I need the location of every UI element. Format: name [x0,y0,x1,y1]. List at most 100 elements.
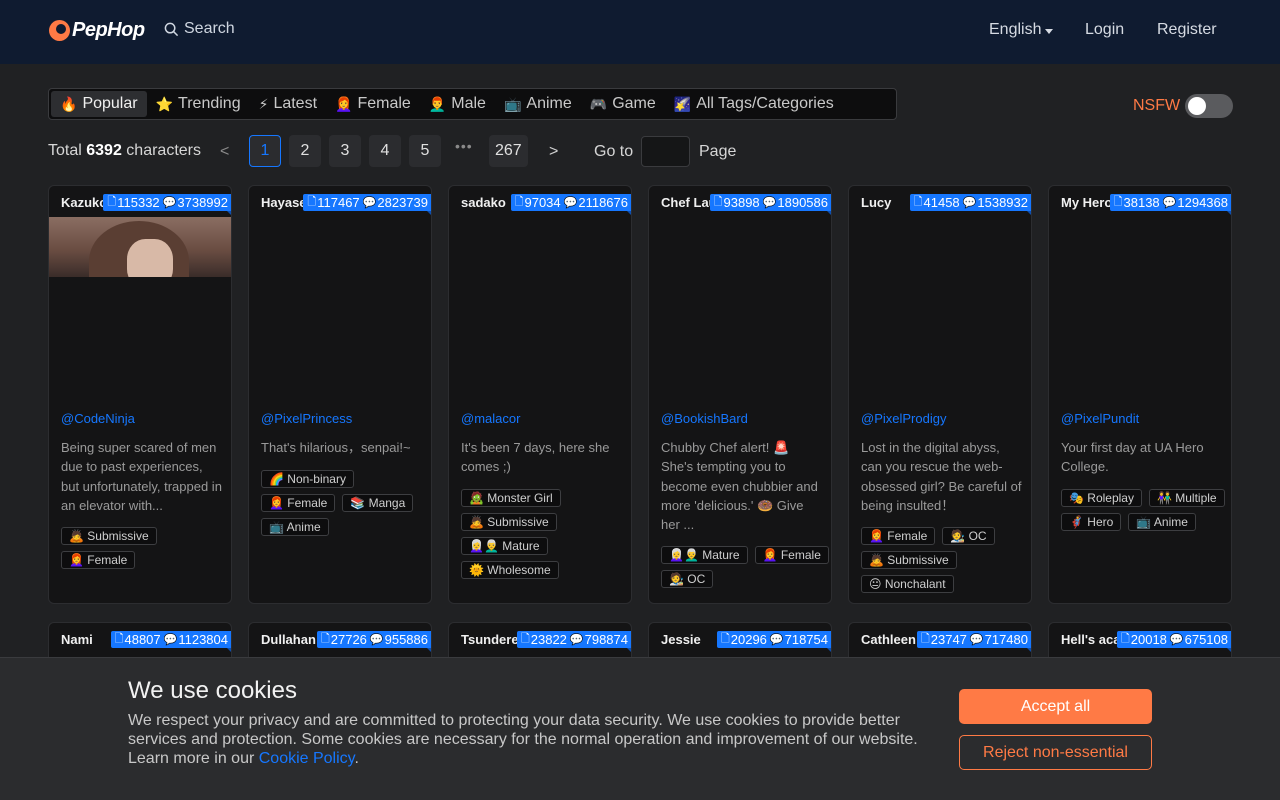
tag-chip[interactable]: 📺 Anime [261,518,329,536]
search-icon [164,22,179,36]
tag-list: 🎭 Roleplay 👫 Multiple 🦸 Hero 📺 Anime [1061,489,1229,531]
character-card[interactable]: Kazuko 🗋 115332 💬 3738992 @CodeNinja Being sup… [48,185,232,604]
tag-chip[interactable]: 🦸 Hero [1061,513,1122,531]
document-icon: 🗋 [1120,633,1130,645]
next-page-button[interactable]: > [549,143,558,161]
tag-chip[interactable]: 👩‍🦰 Female [754,546,829,564]
total-prefix: Total [48,142,82,159]
character-card[interactable]: sadako 🗋 97034 💬 2118676 @malacor It's been 7 … [448,185,632,604]
character-card[interactable]: Chef Lau 🗋 93898 💬 1890586 @BookishBard Chubby… [648,185,832,604]
stats-badge: 🗋 48807 💬 1123804 [110,631,231,653]
chat-icon: 💬 [569,634,584,646]
tab-icon: 📺 [503,95,522,112]
tab-trending[interactable]: ⭐ Trending [147,91,250,117]
tag-list: 👩‍🦰 Female 🧑‍🎨 OC 🙇 Submissive 😐 Nonchalant [861,527,1029,593]
character-description: Chubby Chef alert! 🚨 She's tempting you … [661,440,818,533]
tab-male[interactable]: 👨‍🦰 Male [420,91,495,117]
chat-icon: 💬 [1169,634,1184,646]
document-icon: 🗋 [307,196,317,208]
tab-all-tags-categories[interactable]: 🌠 All Tags/Categories [665,91,843,117]
accept-all-button[interactable]: Accept all [959,689,1152,724]
tag-chip[interactable]: 📺 Anime [1128,513,1196,531]
logo[interactable]: PepHop [49,19,145,42]
chat-icon: 💬 [162,197,177,209]
chat-icon: 💬 [1162,197,1177,209]
chat-icon: 💬 [369,634,384,646]
character-card[interactable]: My Hero A 🗋 38138 💬 1294368 @PixelPundit Your … [1048,185,1232,604]
tag-chip[interactable]: 👩‍🦳👨‍🦳 Mature [461,537,548,555]
search-button[interactable]: Search [164,20,235,38]
chat-icon: 💬 [769,634,784,646]
page-1-button[interactable]: 1 [249,135,281,167]
page-5-button[interactable]: 5 [409,135,441,167]
chat-count: 1890586 [777,195,828,210]
tab-game[interactable]: 🎮 Game [581,91,665,117]
stats-badge: 🗋 115332 💬 3738992 [103,194,231,216]
tag-list: 👩‍🦳👨‍🦳 Mature 👩‍🦰 Female 🧑‍🎨 OC [661,546,829,588]
register-link[interactable]: Register [1157,21,1217,39]
tag-chip[interactable]: 👩‍🦰 Female [261,494,336,512]
logo-text: PepHop [72,19,145,41]
top-header: PepHop Search English Login Register [0,0,1280,64]
author-link[interactable]: @BookishBard [661,411,748,426]
cookie-period: . [354,750,359,767]
last-page-button[interactable]: 267 [489,135,528,167]
tag-chip[interactable]: 🧟 Monster Girl [461,489,561,507]
tag-chip[interactable]: 🧑‍🎨 OC [942,527,995,545]
document-icon: 🗋 [1113,196,1123,208]
author-link[interactable]: @CodeNinja [61,411,135,426]
author-link[interactable]: @PixelProdigy [861,411,946,426]
page-label: Page [699,143,737,160]
tag-chip[interactable]: 🙇 Submissive [461,513,557,531]
tag-chip[interactable]: 👫 Multiple [1148,489,1225,507]
page-2-button[interactable]: 2 [289,135,321,167]
tag-chip[interactable]: 📚 Manga [342,494,414,512]
nsfw-label: NSFW [1133,97,1181,114]
login-link[interactable]: Login [1085,21,1124,39]
prev-page-button[interactable]: < [220,143,229,161]
tag-chip[interactable]: 👩‍🦰 Female [861,527,936,545]
character-description: It's been 7 days, here she comes ;) [461,440,610,475]
character-description: Being super scared of men due to past ex… [61,440,222,513]
page-3-button[interactable]: 3 [329,135,361,167]
stats-badge: 🗋 20296 💬 718754 [716,631,831,653]
tab-anime[interactable]: 📺 Anime [495,91,581,117]
document-icon: 🗋 [913,196,923,208]
page-4-button[interactable]: 4 [369,135,401,167]
nsfw-filter: NSFW [1133,94,1234,118]
goto-page-input[interactable] [641,136,690,167]
character-card[interactable]: Lucy 🗋 41458 💬 1538932 @PixelProdigy Lost in t… [848,185,1032,604]
tag-chip[interactable]: 👩‍🦰 Female [61,551,136,569]
author-link[interactable]: @PixelPrincess [261,411,352,426]
tab-latest[interactable]: ⚡ Latest [250,91,326,117]
author-link[interactable]: @PixelPundit [1061,411,1139,426]
reject-non-essential-button[interactable]: Reject non-essential [959,735,1152,770]
more-pages-button[interactable]: ••• [455,138,473,154]
tab-popular[interactable]: 🔥 Popular [51,91,147,117]
character-card[interactable]: Hayase 🗋 117467 💬 2823739 @PixelPrincess That'… [248,185,432,604]
tag-chip[interactable]: 🧑‍🎨 OC [661,570,714,588]
language-select[interactable]: English [989,21,1054,39]
character-description: Your first day at UA Hero College. [1061,440,1204,475]
nsfw-toggle[interactable] [1185,94,1234,118]
tag-chip[interactable]: 😐 Nonchalant [861,575,954,593]
avatar-face [127,239,173,277]
cookie-policy-link[interactable]: Cookie Policy [259,750,355,767]
tag-chip[interactable]: 👩‍🦳👨‍🦳 Mature [661,546,748,564]
tag-chip[interactable]: 🙇 Submissive [861,551,957,569]
chat-count: 675108 [1184,632,1228,647]
tag-list: 🧟 Monster Girl 🙇 Submissive 👩‍🦳👨‍🦳 Mature 🌞… [461,489,629,579]
tag-chip[interactable]: 🎭 Roleplay [1061,489,1142,507]
doc-count: 97034 [524,195,561,210]
author-link[interactable]: @malacor [461,411,520,426]
tag-chip[interactable]: 🙇 Submissive [61,527,157,545]
caret-down-icon [1045,29,1054,34]
stats-badge: 🗋 20018 💬 675108 [1116,631,1231,653]
tab-female[interactable]: 👩‍🦰 Female [326,91,420,117]
stats-badge: 🗋 23747 💬 717480 [916,631,1031,653]
tag-chip[interactable]: 🌈 Non-binary [261,470,354,488]
tag-chip[interactable]: 🌞 Wholesome [461,561,559,579]
document-icon: 🗋 [107,196,117,208]
chat-count: 1123804 [178,632,228,647]
chat-icon: 💬 [563,197,578,209]
